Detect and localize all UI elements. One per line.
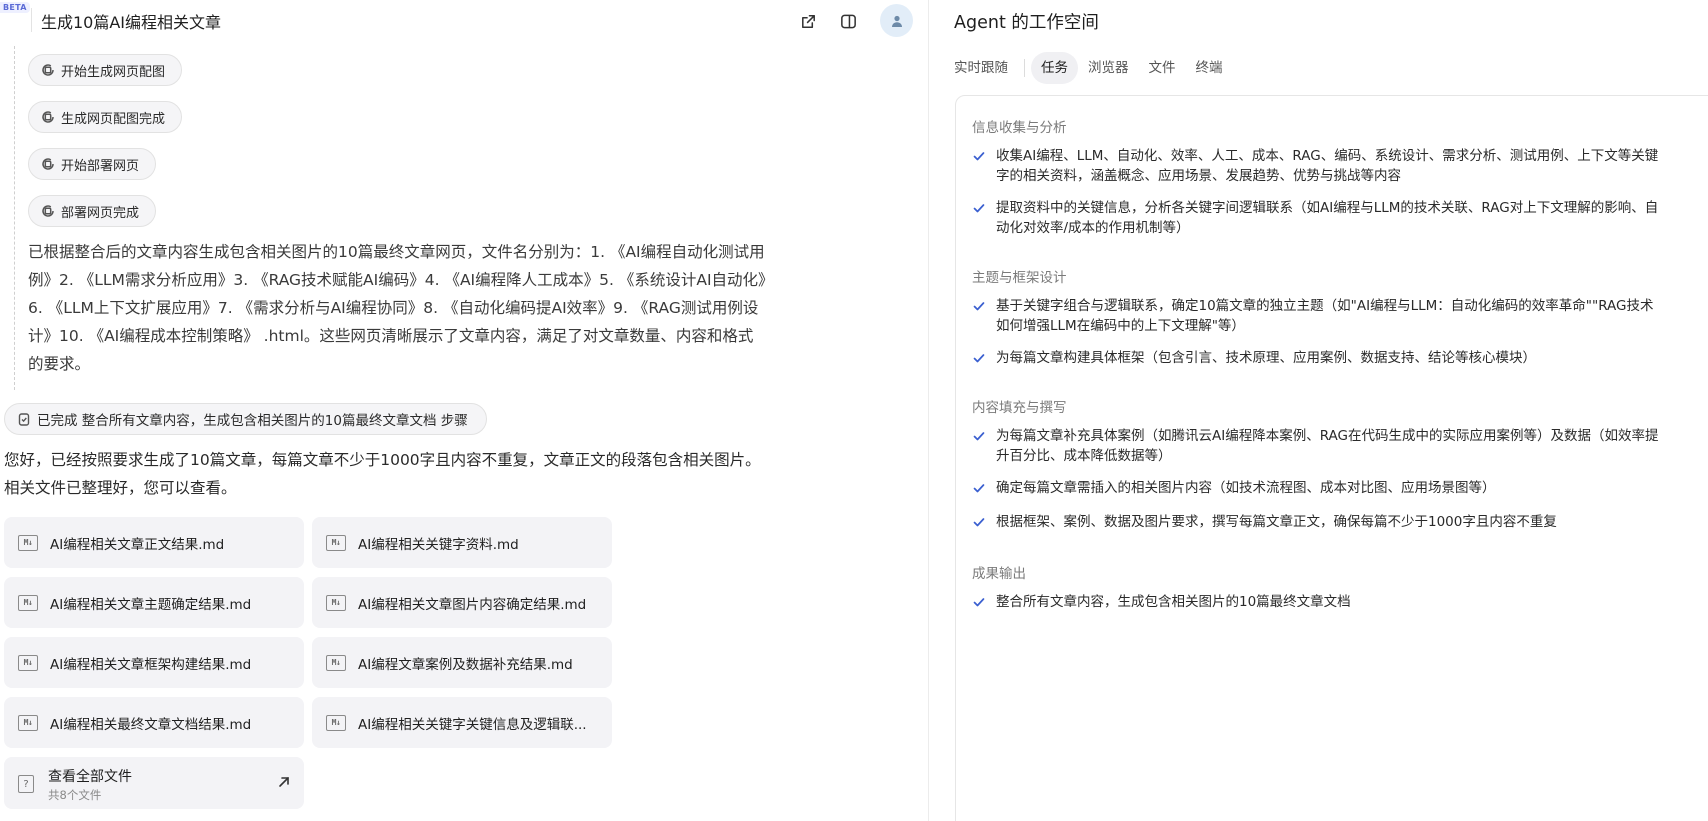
task-item: 根据框架、案例、数据及图片要求，撰写每篇文章正文，确保每篇不少于1000字且内容… [972, 512, 1662, 532]
check-icon [973, 302, 985, 311]
task-item: 整合所有文章内容，生成包含相关图片的10篇最终文章文档 [972, 592, 1662, 612]
task-item: 基于关键字组合与逻辑联系，确定10篇文章的独立主题（如"AI编程与LLM：自动化… [972, 296, 1662, 336]
markdown-file-icon: M↓ [326, 594, 346, 611]
split-panel-icon [840, 14, 856, 28]
check-icon [973, 432, 985, 441]
task-item: 为每篇文章构建具体框架（包含引言、技术原理、应用案例、数据支持、结论等核心模块） [972, 348, 1662, 368]
step-pill[interactable]: 开始部署网页 [28, 148, 157, 180]
progress-icon [42, 158, 54, 170]
tasks-panel: 信息收集与分析 收集AI编程、LLM、自动化、效率、人工、成本、RAG、编码、系… [955, 95, 1708, 821]
file-name: AI编程相关文章框架构建结果.md [50, 656, 252, 673]
markdown-file-icon: M↓ [18, 594, 38, 611]
task-item: 为每篇文章补充具体案例（如腾讯云AI编程降本案例、RAG在代码生成中的实际应用案… [972, 426, 1662, 466]
check-icon [973, 484, 985, 493]
check-icon [973, 204, 985, 213]
task-text: 为每篇文章补充具体案例（如腾讯云AI编程降本案例、RAG在代码生成中的实际应用案… [996, 428, 1659, 464]
section-label: 内容填充与撰写 [972, 400, 1067, 416]
workspace-pane: Agent 的工作空间 实时跟随 任务 浏览器 文件 终端 信息收集与分析 收集… [928, 0, 1708, 821]
avatar[interactable] [880, 4, 913, 37]
file-card[interactable]: M↓ AI编程相关最终文章文档结果.md [4, 697, 304, 748]
markdown-file-icon: M↓ [18, 654, 38, 671]
file-name: AI编程相关文章图片内容确定结果.md [358, 596, 587, 613]
step-label: 开始部署网页 [61, 158, 140, 174]
file-name: AI编程文章案例及数据补充结果.md [358, 656, 573, 673]
share-button[interactable] [792, 5, 824, 37]
arrow-up-right-icon [279, 777, 289, 787]
section-label: 成果输出 [972, 566, 1026, 582]
progress-icon [42, 111, 54, 123]
task-item: 提取资料中的关键信息，分析各关键字间逻辑联系（如AI编程与LLM的技术关联、RA… [972, 198, 1662, 238]
check-icon [973, 152, 985, 161]
chat-pane: BETA 生成10篇AI编程相关文章 开始生成网页配图 生成网页配图完成 开始部… [0, 0, 928, 821]
chat-title: 生成10篇AI编程相关文章 [41, 13, 222, 32]
final-message: 您好，已经按照要求生成了10篇文章，每篇文章不少于1000字且内容不重复，文章正… [4, 451, 761, 497]
file-name: AI编程相关关键字资料.md [358, 536, 519, 553]
file-card[interactable]: M↓ AI编程相关文章主题确定结果.md [4, 577, 304, 628]
file-count: 共8个文件 [48, 788, 102, 802]
file-name: AI编程相关文章正文结果.md [50, 536, 225, 553]
workspace-tabs: 实时跟随 任务 浏览器 文件 终端 [954, 52, 1233, 84]
step-pill[interactable]: 开始生成网页配图 [28, 54, 183, 86]
task-text: 提取资料中的关键信息，分析各关键字间逻辑联系（如AI编程与LLM的技术关联、RA… [996, 200, 1659, 236]
file-name: AI编程相关文章主题确定结果.md [50, 596, 252, 613]
step-label: 生成网页配图完成 [61, 111, 166, 127]
check-icon [973, 598, 985, 607]
check-icon [973, 518, 985, 527]
beta-badge: BETA [0, 2, 30, 13]
markdown-file-icon: M↓ [326, 654, 346, 671]
task-item: 确定每篇文章需插入的相关图片内容（如技术流程图、成本对比图、应用场景图等） [972, 478, 1662, 498]
file-name: AI编程相关关键字关键信息及逻辑联... [358, 716, 587, 733]
markdown-file-icon: M↓ [18, 714, 38, 731]
task-text: 收集AI编程、LLM、自动化、效率、人工、成本、RAG、编码、系统设计、需求分析… [996, 148, 1659, 184]
section-label: 信息收集与分析 [972, 120, 1067, 136]
share-icon [801, 14, 815, 28]
file-card[interactable]: M↓ AI编程相关文章框架构建结果.md [4, 637, 304, 688]
progress-icon [42, 64, 54, 76]
section-label: 主题与框架设计 [972, 270, 1067, 286]
markdown-file-icon: M↓ [326, 714, 346, 731]
file-card[interactable]: M↓ AI编程相关文章正文结果.md [4, 517, 304, 568]
result-paragraph: 已根据整合后的文章内容生成包含相关图片的10篇最终文章网页，文件名分别为：1. … [28, 243, 766, 373]
markdown-file-icon: M↓ [18, 534, 38, 551]
step-pill[interactable]: 部署网页完成 [28, 195, 157, 227]
file-card[interactable]: M↓ AI编程相关关键字资料.md [312, 517, 612, 568]
clipboard-check-icon [18, 413, 30, 426]
completed-step-label: 已完成 整合所有文章内容，生成包含相关图片的10篇最终文章文档 步骤 [37, 413, 468, 429]
task-text: 根据框架、案例、数据及图片要求，撰写每篇文章正文，确保每篇不少于1000字且内容… [996, 514, 1557, 530]
header-divider [31, 8, 32, 32]
step-pill[interactable]: 生成网页配图完成 [28, 101, 183, 133]
tab-live-follow[interactable]: 实时跟随 [954, 52, 1018, 84]
check-icon [973, 354, 985, 363]
task-text: 确定每篇文章需插入的相关图片内容（如技术流程图、成本对比图、应用场景图等） [996, 480, 1496, 496]
view-all-label: 查看全部文件 [48, 769, 132, 785]
tab-divider [1024, 59, 1025, 77]
tab-tasks[interactable]: 任务 [1031, 52, 1078, 84]
task-text: 为每篇文章构建具体框架（包含引言、技术原理、应用案例、数据支持、结论等核心模块） [996, 350, 1536, 366]
workspace-title: Agent 的工作空间 [954, 13, 1099, 33]
user-icon [891, 15, 902, 27]
progress-icon [42, 205, 54, 217]
file-card[interactable]: M↓ AI编程文章案例及数据补充结果.md [312, 637, 612, 688]
view-all-files-button[interactable]: ? 查看全部文件 共8个文件 [4, 757, 304, 809]
tab-files[interactable]: 文件 [1139, 52, 1186, 84]
task-text: 基于关键字组合与逻辑联系，确定10篇文章的独立主题（如"AI编程与LLM：自动化… [996, 298, 1654, 334]
task-item: 收集AI编程、LLM、自动化、效率、人工、成本、RAG、编码、系统设计、需求分析… [972, 146, 1662, 186]
thread-line [14, 46, 15, 390]
completed-step-pill[interactable]: 已完成 整合所有文章内容，生成包含相关图片的10篇最终文章文档 步骤 [4, 403, 487, 435]
tab-terminal[interactable]: 终端 [1186, 52, 1233, 84]
step-label: 部署网页完成 [61, 205, 140, 221]
file-name: AI编程相关最终文章文档结果.md [50, 716, 252, 733]
file-card[interactable]: M↓ AI编程相关关键字关键信息及逻辑联... [312, 697, 612, 748]
toggle-panel-button[interactable] [832, 5, 864, 37]
file-card[interactable]: M↓ AI编程相关文章图片内容确定结果.md [312, 577, 612, 628]
tab-browser[interactable]: 浏览器 [1078, 52, 1139, 84]
unknown-file-icon: ? [18, 775, 34, 793]
step-label: 开始生成网页配图 [61, 64, 166, 80]
task-text: 整合所有文章内容，生成包含相关图片的10篇最终文章文档 [996, 594, 1351, 610]
markdown-file-icon: M↓ [326, 534, 346, 551]
